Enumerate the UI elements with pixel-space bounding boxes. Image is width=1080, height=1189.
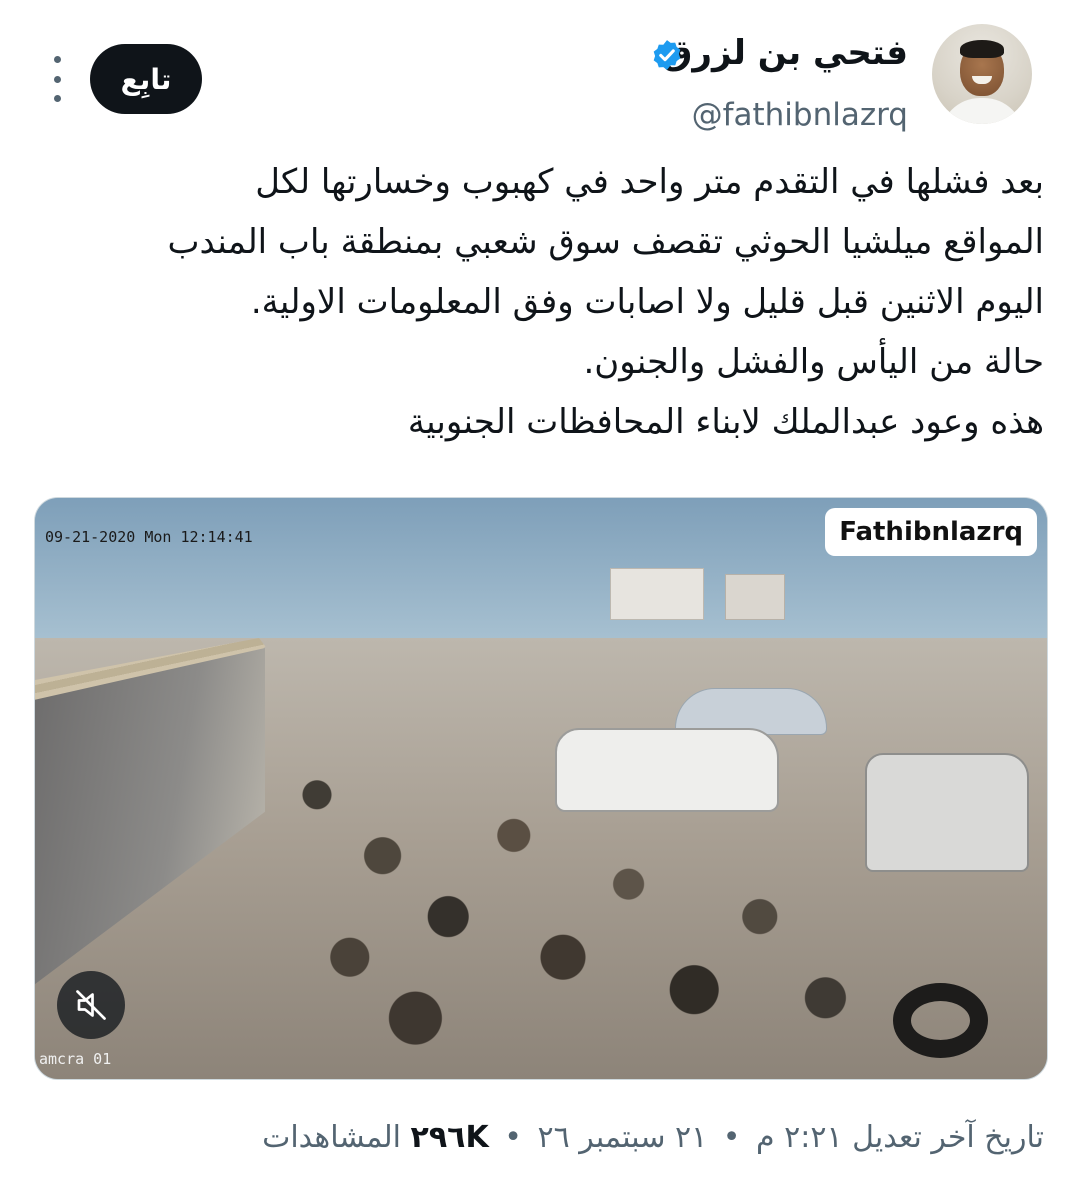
- tweet-card: فتحي بن لزرق @fathibnlazrq تابِع بعد فشل…: [0, 0, 1080, 1189]
- tweet-text-line: بعد فشلها في التقدم متر واحد في كهبوب وخ…: [255, 162, 1044, 202]
- meta-separator: •: [722, 1120, 741, 1155]
- author-handle[interactable]: @fathibnlazrq: [692, 94, 908, 136]
- camera-timestamp: 09-21-2020 Mon 12:14:41: [45, 528, 253, 546]
- tweet-meta: تاريخ آخر تعديل ٢:٢١ م • ٢١ سبتمبر ٢٦ • …: [262, 1116, 1044, 1160]
- follow-button[interactable]: تابِع: [90, 44, 202, 114]
- more-vertical-icon[interactable]: [42, 56, 72, 102]
- meta-separator: •: [504, 1120, 522, 1155]
- video-frame-tire: [893, 983, 988, 1058]
- watermark: Fathibnlazrq: [825, 508, 1037, 556]
- tweet-time[interactable]: ٢:٢١ م: [756, 1120, 843, 1155]
- video-frame-building: [725, 574, 785, 620]
- edited-label[interactable]: تاريخ آخر تعديل: [852, 1120, 1044, 1155]
- tweet-text-line: اليوم الاثنين قبل قليل ولا اصابات وفق ال…: [250, 282, 1044, 322]
- video-frame-building: [610, 568, 704, 620]
- views-label: المشاهدات: [262, 1120, 401, 1155]
- views-count: ٢٩٦K: [410, 1120, 489, 1155]
- video-player[interactable]: 09-21-2020 Mon 12:14:41 amcra 01 Fathibn…: [34, 497, 1048, 1080]
- tweet-date[interactable]: ٢١ سبتمبر ٢٦: [538, 1120, 708, 1155]
- tweet-text-line: هذه وعود عبدالملك لابناء المحافظات الجنو…: [407, 402, 1044, 442]
- author-display-name[interactable]: فتحي بن لزرق: [662, 30, 908, 76]
- verified-badge-icon: [653, 40, 681, 70]
- camera-label: amcra 01: [39, 1050, 112, 1068]
- avatar[interactable]: [932, 24, 1032, 124]
- tweet-text-line: حالة من اليأس والفشل والجنون.: [583, 342, 1045, 382]
- tweet-text: بعد فشلها في التقدم متر واحد في كهبوب وخ…: [36, 152, 1044, 452]
- volume-muted-icon: [76, 990, 106, 1020]
- tweet-text-line: المواقع ميلشيا الحوثي تقصف سوق شعبي بمنط…: [167, 222, 1044, 262]
- mute-button[interactable]: [57, 971, 125, 1039]
